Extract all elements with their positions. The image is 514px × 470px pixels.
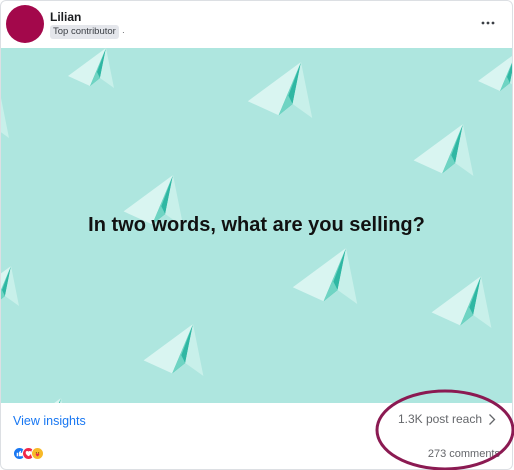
paper-plane-icon [23, 398, 69, 403]
author-name[interactable]: Lilian [50, 10, 81, 24]
more-options-button[interactable] [478, 13, 498, 33]
avatar[interactable] [6, 5, 44, 43]
view-insights-link[interactable]: View insights [13, 414, 86, 428]
post-reach-button[interactable]: 1.3K post reach [398, 412, 496, 426]
paper-plane-icon [247, 62, 313, 118]
paper-plane-icon [431, 276, 492, 328]
chevron-right-icon [489, 413, 496, 425]
paper-plane-icon [143, 324, 204, 376]
meta-separator: · [121, 27, 125, 37]
paper-plane-icon [413, 124, 474, 176]
top-contributor-badge[interactable]: Top contributor [50, 25, 119, 39]
paper-plane-icon [478, 53, 512, 93]
post-reach-label: 1.3K post reach [397, 412, 482, 426]
page: Lilian Top contributor · In two words, w… [0, 0, 514, 470]
paper-plane-icon [68, 48, 114, 88]
paper-plane-icon [292, 248, 358, 304]
post-header: Lilian Top contributor · [1, 1, 512, 48]
paper-plane-icon [1, 98, 9, 138]
care-icon [31, 447, 44, 460]
comments-count[interactable]: 273 comments [428, 448, 500, 460]
more-horizontal-icon [481, 21, 495, 25]
reaction-icons[interactable] [13, 447, 44, 460]
author-meta: Top contributor · [50, 25, 125, 39]
paper-plane-icon [1, 266, 19, 306]
post-card: Lilian Top contributor · In two words, w… [0, 0, 513, 470]
post-media[interactable]: In two words, what are you selling? [1, 48, 512, 403]
post-question-text: In two words, what are you selling? [88, 214, 425, 236]
